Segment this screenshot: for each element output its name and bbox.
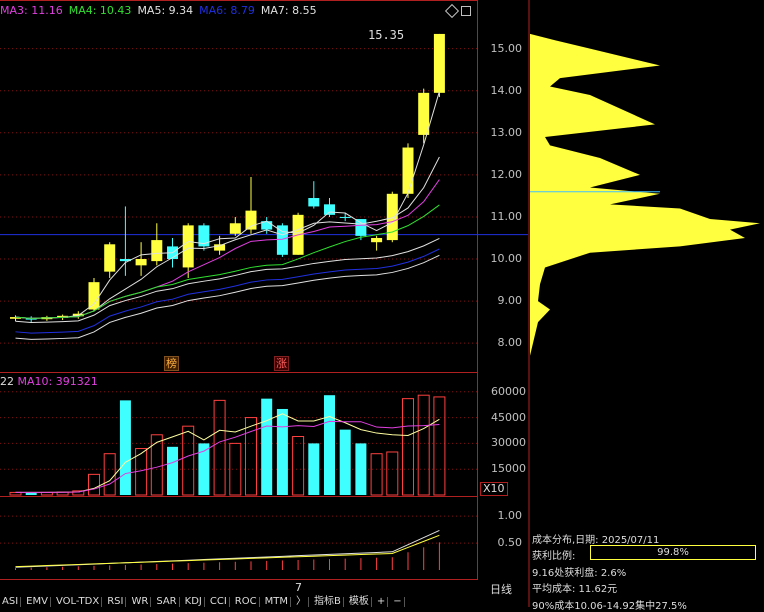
profit-ratio-box: 99.8% bbox=[590, 545, 756, 560]
indicator-tab[interactable]: RSI bbox=[105, 597, 127, 607]
axis-tick-label: 60000 bbox=[491, 384, 526, 398]
indicator-tab[interactable]: SAR bbox=[154, 597, 180, 607]
profit-at-price: 9.16处获利盘: 2.6% bbox=[532, 568, 627, 579]
candle-body bbox=[104, 244, 116, 272]
axis-tick-label: 15000 bbox=[491, 462, 526, 476]
profit-ratio-value: 99.8% bbox=[657, 547, 689, 558]
axis-tick-label: 30000 bbox=[491, 436, 526, 450]
axis-tick-label: 10.00 bbox=[490, 252, 523, 266]
chip-distribution bbox=[530, 33, 760, 356]
candle-body bbox=[339, 216, 351, 218]
volume-unit-badge: X10 bbox=[480, 482, 508, 496]
marker-zhang[interactable]: 涨 bbox=[274, 356, 289, 371]
candle-body bbox=[324, 204, 335, 215]
candle-body bbox=[245, 210, 257, 230]
axis-tick-label: 14.00 bbox=[490, 83, 523, 97]
axis-tick-label: 1.00 bbox=[497, 509, 523, 523]
moving-average-line bbox=[15, 91, 440, 319]
indicator-tab[interactable]: + bbox=[375, 597, 389, 607]
indicator-tab[interactable]: ASI bbox=[0, 597, 22, 607]
marker-bang[interactable]: 榜 bbox=[164, 356, 179, 371]
indicator-tab[interactable]: 〉 bbox=[294, 597, 309, 607]
indicator-tab[interactable]: MTM bbox=[263, 597, 291, 607]
candle-body bbox=[135, 259, 147, 266]
axis-tick-label: 0.50 bbox=[497, 536, 523, 550]
axis-tick-label: 15.00 bbox=[490, 41, 523, 55]
indicator-tab[interactable]: WR bbox=[129, 597, 152, 607]
indicator-tab[interactable]: 模板 bbox=[347, 597, 372, 607]
candle-body bbox=[276, 225, 288, 255]
candle-body bbox=[371, 237, 383, 243]
indicator-tab[interactable]: CCI bbox=[208, 597, 230, 607]
profit-panel[interactable] bbox=[0, 496, 478, 580]
candle-body bbox=[402, 147, 414, 194]
moving-average-line bbox=[15, 238, 440, 324]
axis-tick-label: 11.00 bbox=[490, 209, 523, 223]
axis-tick-label: 12.00 bbox=[490, 167, 523, 181]
average-cost: 平均成本: 11.62元 bbox=[532, 584, 618, 595]
candle-body bbox=[418, 92, 430, 135]
candle-body bbox=[308, 198, 320, 207]
profit-ratio-label: 获利比例: bbox=[532, 551, 576, 562]
volume-legend: 22 MA10: 391321 bbox=[0, 375, 98, 388]
indicator-tab[interactable]: 指标B bbox=[312, 597, 344, 607]
candle-body bbox=[229, 223, 241, 234]
x-tick-label: 7 bbox=[295, 581, 302, 594]
candle-body bbox=[151, 240, 163, 262]
volume-legend-prefix: 22 bbox=[0, 375, 14, 388]
high-price-label: 15.35 bbox=[368, 28, 405, 42]
indicator-tabs: ASI EMV VOL-TDX RSI WR SAR KDJ CCI ROC MTM 〉指标B 模板 +… bbox=[0, 597, 764, 607]
indicator-tab[interactable]: EMV bbox=[24, 597, 51, 607]
volume-panel[interactable] bbox=[0, 372, 478, 497]
candle-body bbox=[88, 282, 100, 310]
volume-ma10: MA10: 391321 bbox=[17, 375, 98, 388]
moving-average-line bbox=[15, 254, 440, 340]
indicator-tab[interactable]: KDJ bbox=[183, 597, 205, 607]
candle-body bbox=[182, 225, 194, 268]
candle-body bbox=[355, 219, 367, 236]
axis-tick-label: 13.00 bbox=[490, 125, 523, 139]
indicator-tab[interactable]: VOL-TDX bbox=[54, 597, 103, 607]
axis-tick-label: 45000 bbox=[491, 410, 526, 424]
candle-body bbox=[433, 33, 445, 93]
indicator-tab[interactable]: − bbox=[391, 597, 405, 607]
period-label[interactable]: 日线 bbox=[490, 581, 512, 597]
axis-tick-label: 9.00 bbox=[497, 294, 523, 308]
cost-info-title: 成本分布,日期: 2025/07/11 bbox=[532, 535, 660, 546]
moving-average-line bbox=[15, 204, 440, 319]
axis-tick-label: 8.00 bbox=[497, 336, 523, 350]
moving-average-line bbox=[15, 179, 440, 319]
indicator-tab[interactable]: ROC bbox=[233, 597, 260, 607]
